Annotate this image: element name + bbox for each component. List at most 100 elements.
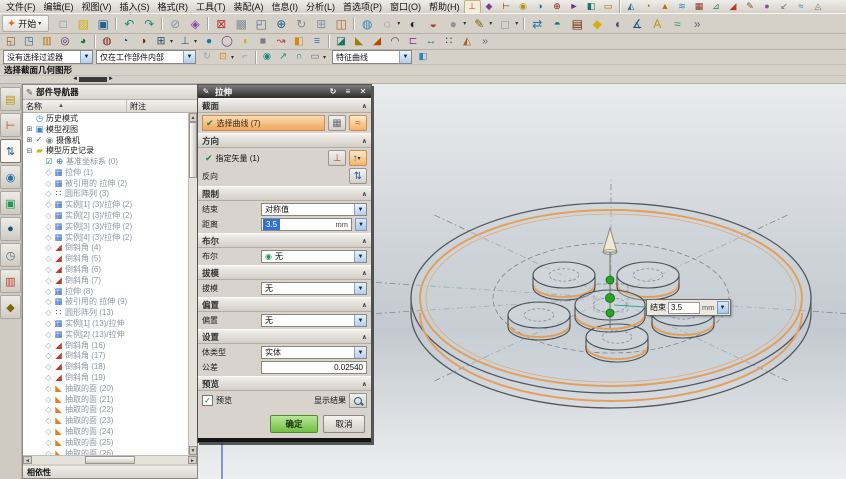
scrollbar-thumb[interactable] <box>189 122 197 178</box>
sweep-icon[interactable]: ↝ <box>272 34 290 49</box>
menu-1[interactable]: 编辑(E) <box>40 0 78 13</box>
curve-select-button[interactable]: ≈ <box>349 115 367 131</box>
datum-plane-icon[interactable]: ◳ <box>20 34 38 49</box>
snap-point-icon[interactable]: ◉ <box>259 50 275 64</box>
arrow-tool-icon[interactable]: ↙ <box>776 0 793 13</box>
point-tool-icon[interactable]: ◆ <box>481 0 498 13</box>
tree-item[interactable]: ◇◢倒斜角 (4) <box>23 243 188 254</box>
move-object-icon[interactable]: ⇄ <box>527 14 547 33</box>
wireframe-view-icon[interactable]: ◌ <box>377 14 397 33</box>
system-materials-tab[interactable]: ▥ <box>0 269 21 293</box>
general-selection-icon[interactable]: ⊡ <box>215 50 231 64</box>
section-header-offset[interactable]: 偏置 ∧ <box>198 297 371 312</box>
sketch-icon[interactable]: ◱ <box>2 34 20 49</box>
chevron-down-icon[interactable]: ▾ <box>515 20 521 27</box>
section-header-direction[interactable]: 方向 ∧ <box>198 133 371 148</box>
subtract-icon[interactable]: ◔ <box>116 34 134 49</box>
show-hide-icon[interactable]: ◻ <box>495 14 515 33</box>
revolve-icon[interactable]: ◕ <box>74 34 92 49</box>
dialog-options-icon[interactable]: ≡ <box>342 87 354 96</box>
tree-item[interactable]: ⊞✓◉摄像机 <box>23 135 188 146</box>
column-name[interactable]: 名称 ▲ <box>23 100 127 112</box>
expand-icon[interactable]: ⊟ <box>25 147 34 155</box>
face-tool-icon[interactable]: ◧ <box>583 0 600 13</box>
tree-item[interactable]: ◇∷圆形阵列 (3) <box>23 189 188 200</box>
tree-item[interactable]: ◇◢倒斜角 (16) <box>23 340 188 351</box>
section-header-section[interactable]: 截面 ∧ <box>198 98 371 113</box>
menu-0[interactable]: 文件(F) <box>2 0 40 13</box>
hole-icon[interactable]: ◎ <box>56 34 74 49</box>
scrollbar-thumb[interactable] <box>85 456 135 464</box>
spotlight-icon[interactable]: ◖ <box>607 14 627 33</box>
reuse-library-tab[interactable]: ◉ <box>0 165 21 189</box>
tree-item[interactable]: ☑⊕基准坐标系 (0) <box>23 156 188 167</box>
blend-icon[interactable]: ◖ <box>236 34 254 49</box>
section-header-settings[interactable]: 设置 ∧ <box>198 329 371 344</box>
selection-filter-combo[interactable]: 没有选择过滤器 ▼ <box>3 50 93 64</box>
shell-icon[interactable]: ◧ <box>290 34 308 49</box>
datum-axis-icon[interactable]: ⊢ <box>498 0 515 13</box>
sector-tool-icon[interactable]: ◔ <box>640 0 657 13</box>
menu-7[interactable]: 信息(I) <box>268 0 303 13</box>
onscreen-distance-input[interactable]: 3.5 <box>668 302 700 314</box>
collapse-icon[interactable]: ∧ <box>362 269 367 277</box>
trim-body-icon[interactable]: ◪ <box>332 34 350 49</box>
snap-intersection-icon[interactable]: ↗ <box>275 50 291 64</box>
play-sim-icon[interactable]: ► <box>566 0 583 13</box>
web-browser-tab[interactable]: ● <box>0 217 21 241</box>
pan-view-icon[interactable]: ⊞ <box>311 14 331 33</box>
angle-tool-icon[interactable]: ⊿ <box>708 0 725 13</box>
preview-checkbox[interactable]: ✓ <box>202 395 213 406</box>
tree-item[interactable]: ◇◢倒斜角 (7) <box>23 275 188 286</box>
fit-view-icon[interactable]: ◫ <box>331 14 351 33</box>
menu-8[interactable]: 分析(L) <box>302 0 339 13</box>
new-file-icon[interactable]: □ <box>53 14 73 33</box>
tree-item[interactable]: ◇▦拉伸 (8) <box>23 286 188 297</box>
chevron-down-icon[interactable]: ▼ <box>399 51 411 63</box>
menu-10[interactable]: 窗口(O) <box>386 0 425 13</box>
tree-item[interactable]: ◇◣抽取的面 (21) <box>23 394 188 405</box>
expand-icon[interactable]: ⊞ <box>25 125 34 133</box>
tree-item[interactable]: ◇◢倒斜角 (18) <box>23 361 188 372</box>
tree-item[interactable]: ◇▦实例[2] (3)/拉伸 (2) <box>23 210 188 221</box>
collapse-icon[interactable]: ∧ <box>362 137 367 145</box>
vector-dialog-button[interactable]: ⊥ <box>328 150 346 166</box>
menu-11[interactable]: 帮助(H) <box>425 0 464 13</box>
collapse-icon[interactable]: ∧ <box>362 380 367 388</box>
curve-tool-icon[interactable]: ≈ <box>667 14 687 33</box>
chevron-down-icon[interactable]: ▼ <box>354 204 366 215</box>
tree-item[interactable]: ◇◣抽取的面 (22) <box>23 405 188 416</box>
tree-item[interactable]: ◇◣抽取的面 (20) <box>23 383 188 394</box>
tree-item[interactable]: ◇∷圆形阵列 (13) <box>23 307 188 318</box>
synchronous-modeling-icon[interactable]: ◭ <box>458 34 476 49</box>
sketch-section-button[interactable]: ▦ <box>328 115 346 131</box>
extrude-icon[interactable]: ▥ <box>38 34 56 49</box>
datum-csys-icon[interactable]: ⊥ <box>176 34 194 49</box>
edit-object-display-icon[interactable]: ✎ <box>469 14 489 33</box>
scroll-left-icon[interactable]: ◄ <box>23 456 32 464</box>
half-shade-view-icon[interactable]: ◐ <box>403 14 423 33</box>
scroll-up-icon[interactable]: ▲ <box>189 113 197 122</box>
zoom-box-icon[interactable]: ◰ <box>251 14 271 33</box>
scale-body-icon[interactable]: ↔ <box>422 34 440 49</box>
arrow-right-icon[interactable]: ► <box>108 76 114 82</box>
constraint-navigator-tab[interactable]: ⊢ <box>0 113 21 137</box>
mesh-tool-icon[interactable]: ▦ <box>691 0 708 13</box>
materials-icon[interactable]: ◆ <box>587 14 607 33</box>
selection-scope-combo[interactable]: 仅在工作部件内部 ▼ <box>96 50 196 64</box>
snap-arc-center-icon[interactable]: ∩ <box>291 50 307 64</box>
deselect-all-icon[interactable]: ⌐ <box>237 50 253 64</box>
tree-item[interactable]: ◇▦实例[2] (13)/拉伸 <box>23 329 188 340</box>
tree-item[interactable]: ◇◢倒斜角 (19) <box>23 372 188 383</box>
analysis-view-icon[interactable]: ◒ <box>423 14 443 33</box>
expand-icon[interactable]: ⊞ <box>25 136 34 144</box>
tree-item[interactable]: ◇◢倒斜角 (5) <box>23 253 188 264</box>
save-file-icon[interactable]: ▣ <box>93 14 113 33</box>
text-tool-icon[interactable]: A <box>647 14 667 33</box>
vertical-scrollbar[interactable]: ▲ ▼ <box>188 113 197 455</box>
tree-item[interactable]: ⊞▣模型视图 <box>23 124 188 135</box>
collapse-icon[interactable]: ∧ <box>362 190 367 198</box>
distance-spinner[interactable]: ▼ <box>355 218 367 231</box>
history-palette-tab[interactable]: ◷ <box>0 243 21 267</box>
block-feature-icon[interactable]: ■ <box>254 34 272 49</box>
